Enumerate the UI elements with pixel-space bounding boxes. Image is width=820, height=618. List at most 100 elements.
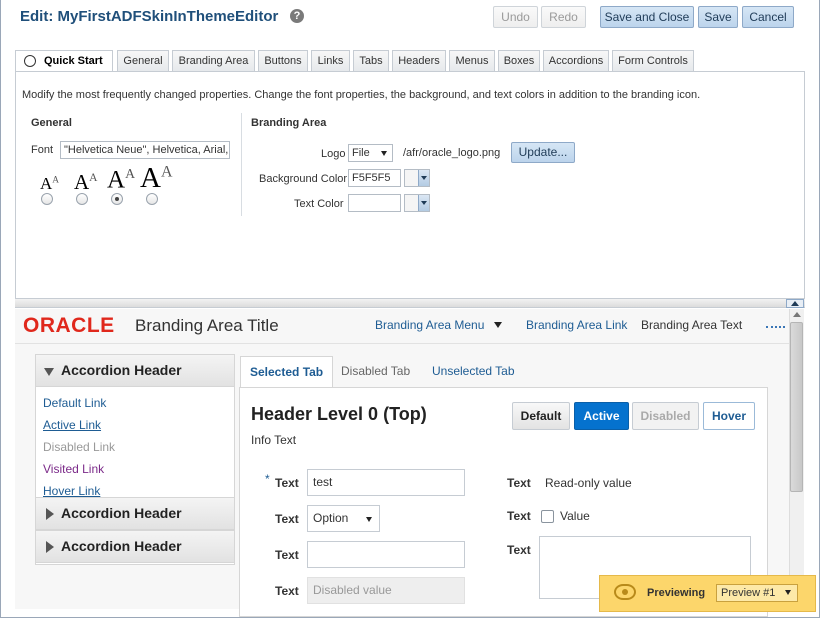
tab-unselected[interactable]: Unselected Tab: [423, 356, 524, 387]
hover-button[interactable]: Hover: [703, 402, 755, 430]
chevron-down-icon: [785, 590, 791, 595]
chevron-down-icon: [418, 195, 429, 211]
tab-links[interactable]: Links: [311, 50, 350, 71]
tab-menus[interactable]: Menus: [449, 50, 495, 71]
branding-text: Branding Area Text: [641, 318, 743, 332]
accordion-header-collapsed[interactable]: Accordion Header: [35, 497, 235, 530]
font-label: Font: [31, 144, 54, 156]
disabled-button: Disabled: [632, 402, 699, 430]
scroll-up-icon[interactable]: [790, 310, 803, 320]
update-logo-button[interactable]: Update...: [511, 142, 575, 163]
cancel-button[interactable]: Cancel: [742, 6, 794, 28]
text-color-input[interactable]: [348, 194, 401, 212]
accordion-header-label: Accordion Header: [61, 505, 182, 521]
tab-form-controls[interactable]: Form Controls: [612, 50, 694, 71]
active-button[interactable]: Active: [574, 402, 629, 430]
previewing-label: Previewing: [647, 587, 706, 599]
text-label: Text: [275, 476, 299, 490]
accordion-header-label: Accordion Header: [61, 362, 182, 378]
more-icon[interactable]: [766, 326, 785, 329]
value-checkbox[interactable]: [541, 510, 554, 523]
tab-boxes[interactable]: Boxes: [498, 50, 540, 71]
tab-tabs[interactable]: Tabs: [353, 50, 389, 71]
background-color-picker[interactable]: [404, 169, 430, 187]
font-size-radio-medium[interactable]: [76, 193, 88, 205]
expand-icon: [46, 541, 54, 553]
checkbox-label: Value: [560, 509, 590, 523]
branding-menu[interactable]: Branding Area Menu: [375, 318, 484, 332]
collapse-up-icon[interactable]: [786, 299, 804, 308]
logo-label: Logo: [321, 148, 346, 160]
hover-link[interactable]: Hover Link: [43, 484, 100, 498]
chevron-down-icon: [366, 517, 372, 522]
tab-disabled: Disabled Tab: [341, 364, 411, 378]
tab-selected[interactable]: Selected Tab: [240, 356, 334, 387]
font-size-radio-xlarge[interactable]: [146, 193, 158, 205]
expand-icon: [46, 508, 54, 520]
redo-button[interactable]: Redo: [541, 6, 586, 28]
chevron-down-icon: [494, 322, 502, 328]
branding-menu-label: Branding Area Menu: [375, 318, 485, 332]
accordion-header-expanded[interactable]: Accordion Header: [35, 354, 235, 387]
text-color-label: Text Color: [294, 198, 344, 210]
text-color-picker[interactable]: [404, 194, 430, 212]
branding-title: Branding Area Title: [135, 316, 279, 335]
tab-quick-start[interactable]: Quick Start: [15, 50, 113, 72]
collapse-icon: [44, 368, 54, 376]
visited-link[interactable]: Visited Link: [43, 462, 104, 476]
empty-text-input[interactable]: [307, 541, 465, 568]
scrollbar-thumb[interactable]: [790, 322, 803, 492]
option-select[interactable]: Option: [307, 505, 380, 532]
default-link[interactable]: Default Link: [43, 396, 106, 410]
tab-buttons[interactable]: Buttons: [258, 50, 308, 71]
text-label: Text: [507, 476, 531, 490]
background-color-input[interactable]: F5F5F5: [348, 169, 401, 187]
undo-button[interactable]: Undo: [493, 6, 538, 28]
preview-select-value: Preview #1: [721, 587, 776, 599]
page-title: Edit: MyFirstADFSkinInThemeEditor: [20, 8, 279, 25]
font-input[interactable]: "Helvetica Neue", Helvetica, Arial,: [60, 141, 230, 159]
section-divider: [241, 113, 242, 216]
tab-headers[interactable]: Headers: [392, 50, 446, 71]
save-and-close-button[interactable]: Save and Close: [600, 6, 694, 28]
preview-select[interactable]: Preview #1: [716, 584, 798, 602]
text-label: Text: [275, 512, 299, 526]
option-select-value: Option: [313, 511, 349, 525]
help-icon[interactable]: ?: [290, 9, 304, 23]
active-link[interactable]: Active Link: [43, 418, 101, 432]
font-size-small-icon: AA: [40, 174, 60, 193]
logo-source-value: File: [352, 147, 370, 159]
branding-link[interactable]: Branding Area Link: [526, 318, 627, 332]
disabled-link: Disabled Link: [43, 440, 116, 454]
text-label: Text: [507, 509, 531, 523]
chevron-down-icon: [381, 151, 387, 156]
tab-general[interactable]: General: [117, 50, 169, 71]
default-button[interactable]: Default: [512, 402, 570, 430]
save-button[interactable]: Save: [698, 6, 738, 28]
font-size-medium-icon: AA: [74, 170, 98, 194]
font-size-large-icon: AA: [107, 166, 135, 194]
text-label: Text: [507, 543, 531, 557]
panel-description: Modify the most frequently changed prope…: [22, 89, 701, 101]
logo-path: /afr/oracle_logo.png: [403, 147, 501, 159]
accordion-header-label: Accordion Header: [61, 538, 182, 554]
text-label: Text: [275, 584, 299, 598]
accordion-header-collapsed[interactable]: Accordion Header: [35, 530, 235, 563]
required-icon: *: [265, 472, 270, 486]
font-size-radio-large[interactable]: [111, 193, 123, 205]
text-label: Text: [275, 548, 299, 562]
eye-icon: [614, 584, 636, 600]
branding-section-title: Branding Area: [251, 117, 327, 129]
font-size-xlarge-icon: AA: [140, 162, 173, 194]
header-level-0: Header Level 0 (Top): [251, 404, 427, 424]
font-size-radio-small[interactable]: [41, 193, 53, 205]
info-text: Info Text: [251, 433, 297, 447]
logo-source-select[interactable]: File: [348, 144, 393, 162]
stopwatch-icon: [24, 55, 36, 67]
tab-accordions[interactable]: Accordions: [543, 50, 609, 71]
text-input[interactable]: test: [307, 469, 465, 496]
panel-splitter[interactable]: [15, 299, 805, 308]
tab-branding-area[interactable]: Branding Area: [172, 50, 255, 71]
general-section-title: General: [31, 117, 72, 129]
chevron-down-icon: [418, 170, 429, 186]
